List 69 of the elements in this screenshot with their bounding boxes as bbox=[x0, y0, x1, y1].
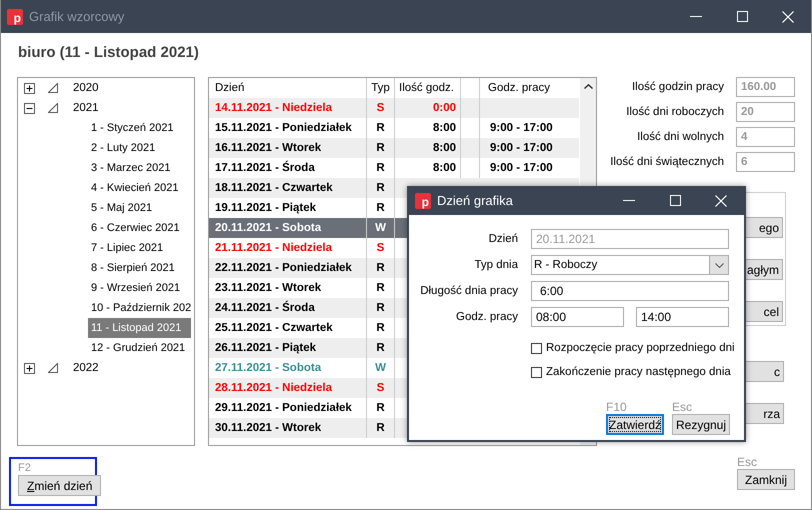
app-logo: p bbox=[7, 8, 23, 24]
app-logo: p bbox=[415, 192, 431, 208]
tree-item[interactable]: 12 - Grudzień 2021 bbox=[88, 338, 188, 358]
table-cell: 30.11.2021 - Wtorek bbox=[209, 418, 367, 438]
shortcut-hint: F2 bbox=[18, 462, 32, 475]
table-cell: R bbox=[367, 338, 395, 358]
stat-label: Ilość dni wolnych bbox=[637, 131, 724, 143]
dialog-button[interactable]: Zatwierdź bbox=[606, 414, 664, 435]
table-cell: R bbox=[367, 178, 395, 198]
stat-field: 6 bbox=[736, 152, 795, 172]
table-cell: R bbox=[367, 418, 395, 438]
tree-item[interactable]: 6 - Czerwiec 2021 bbox=[88, 218, 183, 238]
shortcut-hint: Esc bbox=[672, 401, 694, 414]
field-label: Długość dnia pracy bbox=[419, 285, 518, 297]
dialog-button[interactable]: Rezygnuj bbox=[672, 414, 730, 435]
stat-label: Ilość godzin pracy bbox=[632, 81, 724, 93]
table-cell: R bbox=[367, 138, 395, 158]
table-cell: 9:00 - 17:00 bbox=[480, 138, 579, 158]
time-field[interactable]: 08:00 bbox=[531, 307, 624, 327]
table-cell: 14.11.2021 - Niedziela bbox=[209, 98, 367, 118]
stat-label: Ilość dni roboczych bbox=[626, 106, 724, 118]
change-day-button[interactable]: Zmień dzień bbox=[18, 475, 102, 496]
table-cell: 28.11.2021 - Niedziela bbox=[209, 378, 367, 398]
day-type-dropdown[interactable]: R - Roboczy bbox=[531, 255, 729, 275]
tree-item[interactable]: 10 - Październik 202 bbox=[88, 298, 194, 318]
field-label: Godz. pracy bbox=[455, 311, 518, 323]
tree-item[interactable]: 11 - Listopad 2021 bbox=[88, 318, 192, 338]
table-cell: 24.11.2021 - Środa bbox=[209, 298, 367, 318]
table-cell: 20.11.2021 - Sobota bbox=[209, 218, 367, 238]
table-cell: 0:00 bbox=[395, 98, 461, 118]
tree-item[interactable]: 1 - Styczeń 2021 bbox=[88, 118, 177, 138]
shortcut-hint: F10 bbox=[606, 401, 628, 414]
table-cell: R bbox=[367, 298, 395, 318]
checkbox-label[interactable]: Rozpoczęcie pracy poprzedniego dni bbox=[546, 342, 735, 354]
tree-item[interactable]: 7 - Lipiec 2021 bbox=[88, 238, 166, 258]
input-field[interactable]: 6:00 bbox=[531, 281, 729, 301]
table-cell: 18.11.2021 - Czwartek bbox=[209, 178, 367, 198]
stat-field: 4 bbox=[736, 127, 795, 147]
tree-item[interactable]: 5 - Maj 2021 bbox=[88, 198, 156, 218]
tree-item[interactable]: 3 - Marzec 2021 bbox=[88, 158, 174, 178]
table-cell: 16.11.2021 - Wtorek bbox=[209, 138, 367, 158]
table-cell: 22.11.2021 - Poniedziałek bbox=[209, 258, 367, 278]
tree-item[interactable]: 2021 bbox=[71, 102, 101, 114]
field-label: Typ dnia bbox=[474, 259, 518, 271]
field-label: Dzień bbox=[488, 233, 518, 245]
stat-field: 20 bbox=[736, 102, 795, 122]
stat-label: Ilość dni świątecznych bbox=[610, 156, 724, 168]
tree-item[interactable]: 2 - Luty 2021 bbox=[88, 138, 158, 158]
table-cell: W bbox=[367, 218, 395, 238]
tree-item[interactable]: 4 - Kwiecień 2021 bbox=[88, 178, 182, 198]
close-button[interactable]: Zamknij bbox=[737, 469, 795, 490]
column-header[interactable]: Godz. pracy bbox=[480, 78, 579, 98]
checkbox-label[interactable]: Zakończenie pracy następnego dnia bbox=[546, 366, 731, 378]
tree-item[interactable]: 2022 bbox=[71, 362, 101, 374]
stat-field: 160.00 bbox=[736, 77, 795, 97]
table-cell: 26.11.2021 - Piątek bbox=[209, 338, 367, 358]
time-field[interactable]: 14:00 bbox=[636, 307, 729, 327]
date-field: 20.11.2021 bbox=[531, 229, 729, 249]
table-cell: S bbox=[367, 98, 395, 118]
tree-item[interactable]: 9 - Wrzesień 2021 bbox=[88, 278, 184, 298]
table-cell: S bbox=[367, 378, 395, 398]
shortcut-hint: Esc bbox=[737, 456, 758, 469]
tree-item[interactable]: 2020 bbox=[71, 82, 101, 94]
dialog-title: Dzień grafika bbox=[437, 193, 514, 208]
table-cell: 8:00 bbox=[395, 138, 461, 158]
window-title: Grafik wzorcowy bbox=[29, 9, 126, 24]
page-heading: biuro (11 - Listopad 2021) bbox=[18, 44, 200, 63]
table-cell: R bbox=[367, 258, 395, 278]
tree-item[interactable]: 8 - Sierpień 2021 bbox=[88, 258, 178, 278]
